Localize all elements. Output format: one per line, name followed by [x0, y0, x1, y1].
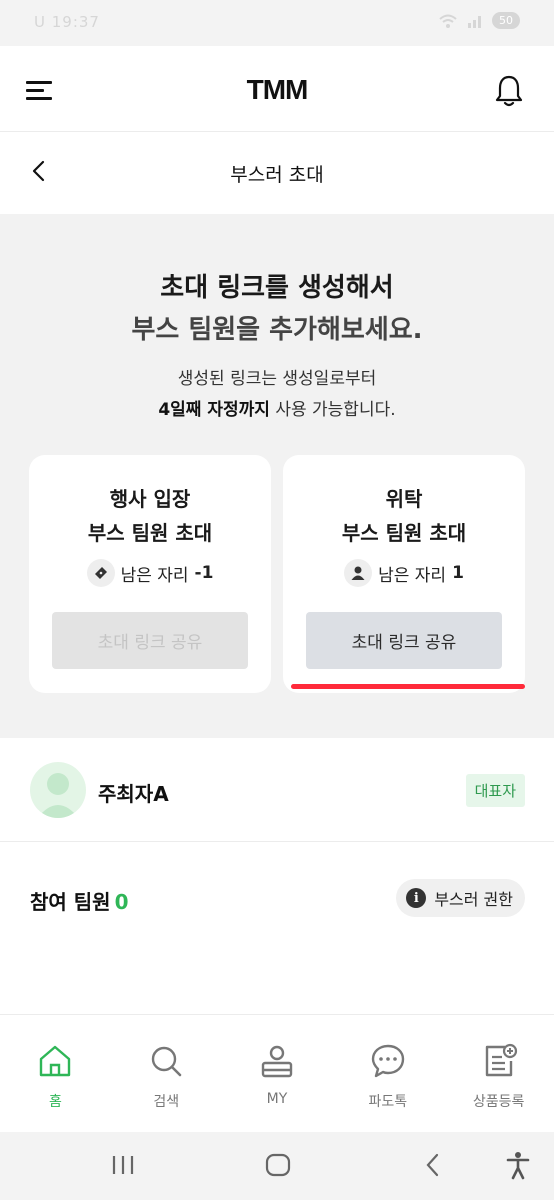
status-bar: U 19:37 50: [0, 0, 554, 46]
info-icon: i: [406, 888, 427, 908]
remaining-seats: 남은 자리 -1: [29, 559, 271, 587]
seat-count: -1: [194, 563, 214, 583]
seat-label: 남은 자리: [120, 565, 189, 586]
person-icon: [261, 1045, 293, 1078]
boother-permission-button[interactable]: i 부스러 권한: [396, 879, 525, 917]
host-row: 주최자A 대표자: [0, 738, 554, 842]
card-title-line1: 행사 입장: [109, 487, 191, 511]
nav-label: 상품등록: [472, 1094, 525, 1110]
invite-headline-line2: 부스 팀원을 추가해보세요.: [131, 315, 423, 345]
invite-section: 초대 링크를 생성해서 부스 팀원을 추가해보세요. 생성된 링크는 생성일로부…: [0, 214, 554, 738]
nav-my[interactable]: MY: [222, 1015, 333, 1132]
home-button-icon[interactable]: [263, 1150, 293, 1180]
seat-count: 1: [452, 563, 464, 583]
card-title-line1: 위탁: [385, 487, 423, 511]
bell-icon[interactable]: [494, 74, 524, 108]
representative-badge: 대표자: [465, 774, 525, 807]
accessibility-icon[interactable]: [504, 1150, 532, 1180]
team-row: 참여 팀원 0 i 부스러 권한: [0, 842, 554, 1014]
card-title-line2: 부스 팀원 초대: [87, 521, 213, 545]
permission-label: 부스러 권한: [434, 890, 513, 909]
status-icons: 50: [438, 12, 520, 29]
event-entry-invite-card: 행사 입장 부스 팀원 초대 남은 자리 -1 초대 링크 공유: [29, 455, 271, 693]
card-title-line2: 부스 팀원 초대: [341, 521, 467, 545]
expiry-highlight: 4일째 자정까지: [158, 400, 270, 420]
system-navigation-bar: [0, 1132, 554, 1200]
page-title: 부스러 초대: [230, 164, 324, 186]
share-invite-link-button[interactable]: 초대 링크 공유: [306, 612, 502, 669]
sub-header: 부스러 초대: [0, 132, 554, 214]
product-register-icon: [485, 1043, 517, 1077]
remaining-seats: 남은 자리 1: [283, 559, 525, 587]
app-logo[interactable]: TMM: [0, 74, 554, 106]
ticket-icon: [86, 559, 115, 587]
expiry-rest: 사용 가능합니다.: [269, 400, 396, 420]
system-back-icon[interactable]: [420, 1150, 446, 1180]
chat-bubble-icon: [371, 1044, 404, 1078]
invite-description-line2: 4일째 자정까지 사용 가능합니다.: [0, 395, 554, 420]
team-count: 0: [114, 890, 129, 914]
nav-padotalk[interactable]: 파도톡: [332, 1015, 443, 1132]
share-invite-link-button-disabled[interactable]: 초대 링크 공유: [52, 612, 248, 669]
battery-indicator: 50: [492, 12, 520, 29]
nav-home[interactable]: 홈: [0, 1015, 111, 1132]
status-time: U 19:37: [34, 13, 100, 31]
person-icon: [344, 559, 373, 587]
app-header: TMM: [0, 46, 554, 132]
home-icon: [40, 1045, 71, 1077]
nav-search[interactable]: 검색: [111, 1015, 222, 1132]
nav-product-register[interactable]: 상품등록: [443, 1015, 554, 1132]
avatar: [30, 762, 86, 818]
annotation-underline: [291, 684, 525, 689]
team-members-label: 참여 팀원 0: [30, 886, 129, 915]
nav-label: 파도톡: [368, 1094, 408, 1110]
team-label-text: 참여 팀원: [30, 890, 111, 914]
seat-label: 남은 자리: [378, 565, 447, 586]
nav-label: 검색: [153, 1094, 180, 1110]
recent-apps-icon[interactable]: [110, 1150, 136, 1180]
host-name: 주최자A: [98, 782, 169, 806]
invite-description-line1: 생성된 링크는 생성일로부터: [177, 369, 377, 389]
invite-headline-line1: 초대 링크를 생성해서: [160, 273, 394, 303]
nav-label: MY: [266, 1091, 288, 1107]
signal-icon: [468, 15, 481, 28]
wifi-icon: [439, 14, 457, 28]
consignment-invite-card: 위탁 부스 팀원 초대 남은 자리 1 초대 링크 공유: [283, 455, 525, 693]
nav-label: 홈: [48, 1094, 62, 1110]
bottom-navigation: 홈 검색 MY 파도톡 상품등록: [0, 1014, 554, 1132]
search-icon: [151, 1046, 182, 1077]
